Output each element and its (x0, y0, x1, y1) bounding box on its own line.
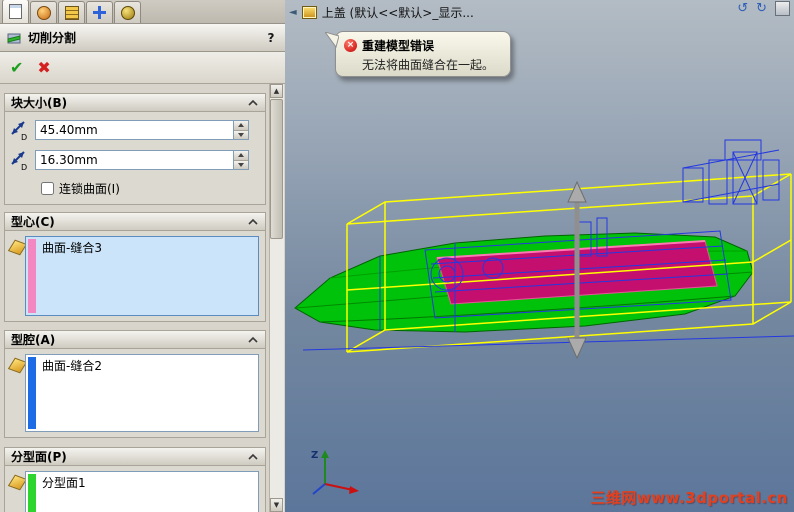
cavity-color-bar[interactable] (28, 357, 36, 429)
block-depth-row: D (5, 116, 265, 146)
collapse-chevron-icon[interactable] (247, 99, 259, 107)
cavity-label: 型腔(A) (11, 333, 56, 347)
parting-color-bar[interactable] (28, 474, 36, 512)
cavity-list-item[interactable]: 曲面-缝合2 (42, 357, 102, 374)
triad-z-label: Z (311, 450, 318, 461)
group-parting-surface: 分型面(P) 分型面1 (4, 447, 266, 512)
spinner-up-icon[interactable] (234, 121, 248, 130)
svg-text:D: D (21, 163, 27, 171)
spinner-up-icon[interactable] (234, 151, 248, 160)
orientation-triad: Z (311, 450, 359, 495)
scrollbar-thumb[interactable] (270, 99, 283, 239)
interlock-surfaces-row[interactable]: 连锁曲面(I) (41, 180, 120, 197)
group-core: 型心(C) 曲面-缝合3 (4, 212, 266, 322)
group-cavity: 型腔(A) 曲面-缝合2 (4, 330, 266, 438)
balloon-tail (325, 32, 339, 48)
block-height-spinner[interactable] (233, 151, 248, 169)
scroll-down-button[interactable]: ▼ (270, 498, 283, 512)
viewport-header: ◄ 上盖 (默认<<默认>_显示... (289, 4, 474, 21)
core-color-bar[interactable] (28, 239, 36, 313)
featuremanager-icon (9, 4, 22, 19)
parting-label: 分型面(P) (11, 450, 67, 464)
group-header-core[interactable]: 型心(C) (5, 213, 265, 231)
panel-tab-bar (0, 0, 285, 24)
propertymanager-icon (36, 5, 51, 20)
tab-propertymanager[interactable] (30, 1, 57, 23)
svg-text:D: D (21, 133, 27, 141)
panel-title-bar: 切削分割 ? (0, 24, 285, 52)
undo-view-icon[interactable]: ↺ (737, 1, 748, 16)
tab-configurationmanager[interactable] (58, 1, 85, 23)
interlock-surfaces-checkbox[interactable] (41, 182, 54, 195)
parting-selection-list[interactable]: 分型面1 (25, 471, 259, 512)
group-header-block-size[interactable]: 块大小(B) (5, 94, 265, 112)
core-selection-list[interactable]: 曲面-缝合3 (25, 236, 259, 316)
parting-list-item[interactable]: 分型面1 (42, 474, 86, 491)
error-icon: × (344, 39, 357, 52)
cavity-selection-list[interactable]: 曲面-缝合2 (25, 354, 259, 432)
document-breadcrumb[interactable]: 上盖 (默认<<默认>_显示... (322, 4, 474, 21)
solidworks-window: 切削分割 ? ✔ ✖ 块大小(B) D 45.40mm D 16.30mm 连锁… (0, 0, 794, 512)
block-height-field (35, 150, 249, 170)
core-label: 型心(C) (11, 215, 55, 229)
spinner-down-icon[interactable] (234, 129, 248, 139)
ok-button[interactable]: ✔ (10, 59, 23, 76)
group-header-parting[interactable]: 分型面(P) (5, 448, 265, 466)
cancel-button[interactable]: ✖ (37, 59, 50, 76)
group-block-size: 块大小(B) D 45.40mm D 16.30mm 连锁曲面(I) (4, 93, 266, 205)
collapse-chevron-icon[interactable] (247, 336, 259, 344)
panel-content: 块大小(B) D 45.40mm D 16.30mm 连锁曲面(I) 型心(C)… (0, 84, 269, 512)
depth-dimension-icon: D (11, 121, 27, 141)
view-toolbar: ↺ ↻ (737, 1, 790, 16)
part-icon (301, 6, 317, 19)
collapse-chevron-icon[interactable] (247, 453, 259, 461)
error-title: 重建模型错误 (362, 39, 435, 53)
panel-title: 切削分割 (28, 31, 77, 45)
displaymanager-icon (120, 5, 135, 20)
scroll-up-button[interactable]: ▲ (270, 84, 283, 98)
block-depth-field (35, 120, 249, 140)
display-settings-icon[interactable] (775, 1, 790, 16)
graphics-area[interactable]: ◄ 上盖 (默认<<默认>_显示... ↺ ↻ × 重建模型错误 无法将曲面缝合… (285, 0, 794, 512)
configurationmanager-icon (64, 5, 79, 20)
tab-featuremanager[interactable] (2, 0, 29, 23)
collapse-panel-icon[interactable]: ◄ (289, 7, 297, 18)
tab-displaymanager[interactable] (114, 1, 141, 23)
property-manager-panel: 切削分割 ? ✔ ✖ 块大小(B) D 45.40mm D 16.30mm 连锁… (0, 0, 286, 512)
panel-ok-bar: ✔ ✖ (0, 52, 285, 84)
block-depth-input[interactable] (36, 121, 233, 139)
watermark-text: 三维网www.3dportal.cn (590, 489, 788, 507)
block-size-label: 块大小(B) (11, 96, 68, 110)
interlock-surfaces-label: 连锁曲面(I) (59, 182, 120, 196)
block-depth-spinner[interactable] (233, 121, 248, 139)
block-height-input[interactable] (36, 151, 233, 169)
tab-dimxpert[interactable] (86, 1, 113, 23)
help-button[interactable]: ? (263, 31, 279, 45)
error-message: 无法将曲面缝合在一起。 (362, 58, 495, 72)
tooling-split-icon (7, 33, 21, 43)
core-list-item[interactable]: 曲面-缝合3 (42, 239, 102, 256)
depth-dimension-icon: D (11, 151, 27, 171)
redo-view-icon[interactable]: ↻ (756, 1, 767, 16)
dimxpert-icon (93, 6, 106, 19)
spinner-down-icon[interactable] (234, 159, 248, 169)
panel-scrollbar[interactable]: ▲ ▼ (269, 84, 284, 512)
collapse-chevron-icon[interactable] (247, 218, 259, 226)
error-balloon[interactable]: × 重建模型错误 无法将曲面缝合在一起。 (325, 31, 511, 77)
group-header-cavity[interactable]: 型腔(A) (5, 331, 265, 349)
block-height-row: D (5, 146, 265, 176)
